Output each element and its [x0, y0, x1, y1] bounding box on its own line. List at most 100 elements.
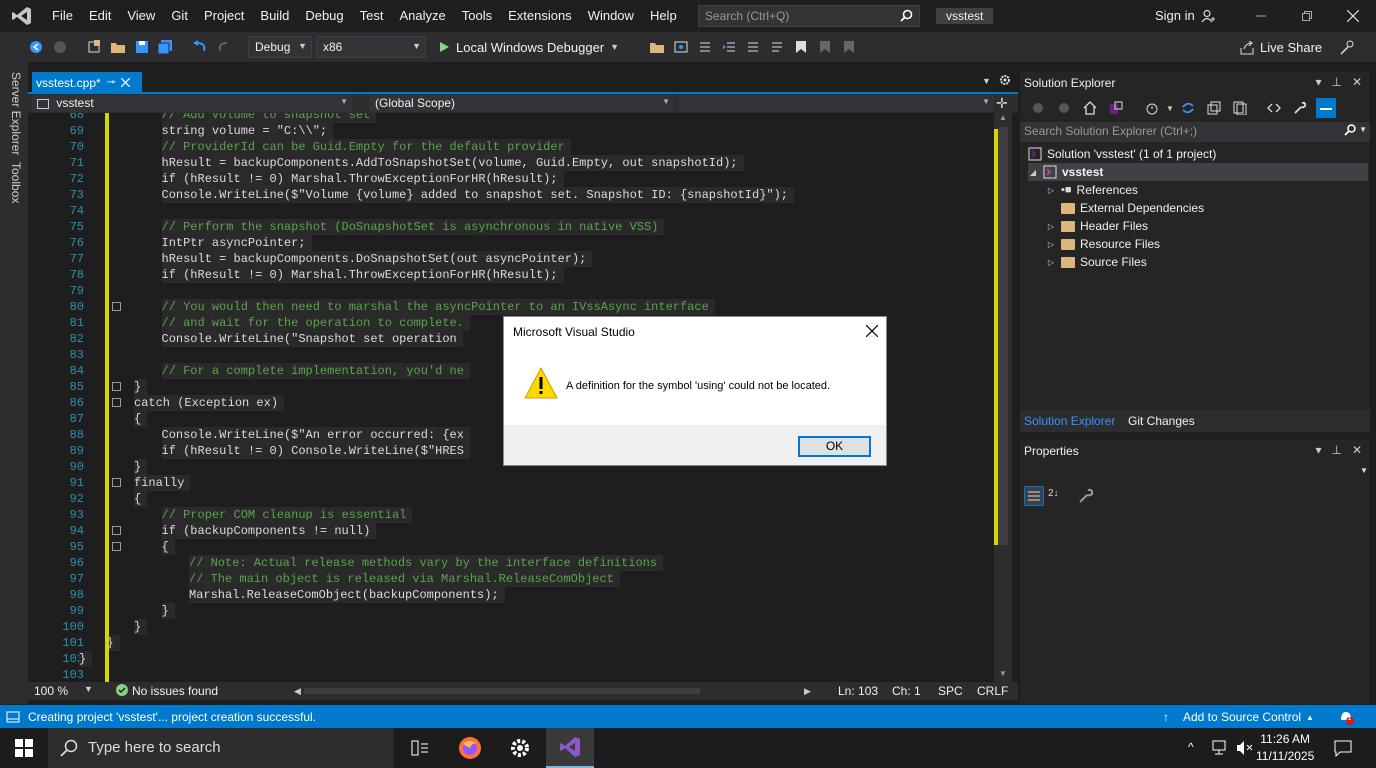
fold-toggle-icon[interactable] — [112, 398, 121, 407]
code-line[interactable]: 71 hResult = backupComponents.AddToSnapsh… — [28, 155, 994, 171]
close-panel-icon[interactable]: ✕ — [1352, 75, 1362, 89]
code-line[interactable]: 102} — [28, 651, 994, 667]
code-line[interactable]: 75 // Perform the snapshot (DoSnapshotSet… — [28, 219, 994, 235]
code-line[interactable]: 73 Console.WriteLine($"Volume {volume} ad… — [28, 187, 994, 203]
code-line[interactable]: 98 Marshal.ReleaseComObject(backupCompone… — [28, 587, 994, 603]
forward-icon[interactable] — [1054, 98, 1074, 118]
sync-icon[interactable] — [1178, 98, 1198, 118]
tab-list-dropdown-icon[interactable]: ▼ — [982, 76, 991, 86]
feedback-icon[interactable] — [1340, 39, 1356, 55]
solution-explorer-search-input[interactable]: Search Solution Explorer (Ctrl+;) ▼ — [1020, 122, 1370, 142]
code-line[interactable]: 92 { — [28, 491, 994, 507]
menu-test[interactable]: Test — [352, 0, 392, 32]
restore-button[interactable] — [1284, 0, 1330, 32]
add-to-source-control-button[interactable]: Add to Source Control — [1183, 710, 1301, 724]
forward-icon[interactable] — [50, 37, 70, 57]
task-view-icon[interactable] — [396, 728, 444, 768]
zoom-dropdown-icon[interactable]: ▼ — [84, 684, 93, 694]
horizontal-scrollbar-thumb[interactable] — [304, 688, 700, 694]
chevron-down-icon[interactable]: ▼ — [1166, 104, 1174, 113]
alphabetical-view-icon[interactable]: 2↓ — [1048, 488, 1059, 499]
project-nav-dropdown[interactable]: vsstest ▼ — [32, 95, 352, 112]
menu-edit[interactable]: Edit — [81, 0, 119, 32]
scroll-up-icon[interactable]: ▲ — [999, 113, 1007, 122]
menu-build[interactable]: Build — [252, 0, 297, 32]
code-line[interactable]: 69 string volume = "C:\\"; — [28, 123, 994, 139]
code-line[interactable]: 96 // Note: Actual release methods vary b… — [28, 555, 994, 571]
fold-toggle-icon[interactable] — [112, 478, 121, 487]
code-line[interactable]: 77 hResult = backupComponents.DoSnapshotS… — [28, 251, 994, 267]
code-line[interactable]: 97 // The main object is released via Mar… — [28, 571, 994, 587]
prev-bookmark-icon[interactable] — [815, 37, 835, 57]
menu-project[interactable]: Project — [196, 0, 252, 32]
expanded-triangle-icon[interactable]: ◢ — [1028, 168, 1038, 177]
tree-item-references[interactable]: ▷ ▪■ References — [1046, 181, 1138, 199]
code-line[interactable]: 103 — [28, 667, 994, 682]
open-folder-icon[interactable] — [108, 37, 128, 57]
pin-icon[interactable]: ⊥ — [1331, 443, 1341, 457]
configuration-dropdown[interactable]: Debug ▼ — [248, 36, 312, 58]
collapsed-triangle-icon[interactable]: ▷ — [1046, 186, 1056, 195]
ok-button[interactable]: OK — [798, 436, 871, 457]
tree-item-source-files[interactable]: ▷ Source Files — [1046, 253, 1147, 271]
code-line[interactable]: 78 if (hResult != 0) Marshal.ThrowExcepti… — [28, 267, 994, 283]
screenshot-icon[interactable] — [671, 37, 691, 57]
firefox-icon[interactable] — [446, 728, 494, 768]
code-line[interactable]: 94 if (backupComponents != null) — [28, 523, 994, 539]
editor-settings-gear-icon[interactable] — [999, 74, 1011, 86]
menu-view[interactable]: View — [119, 0, 163, 32]
fold-toggle-icon[interactable] — [112, 526, 121, 535]
action-center-icon[interactable] — [1334, 739, 1352, 757]
close-panel-icon[interactable]: ✕ — [1352, 443, 1362, 457]
visual-studio-taskbar-icon[interactable] — [546, 728, 594, 768]
menu-file[interactable]: File — [44, 0, 81, 32]
pending-changes-icon[interactable] — [1142, 98, 1162, 118]
collapsed-triangle-icon[interactable]: ▷ — [1046, 240, 1056, 249]
fold-toggle-icon[interactable] — [112, 382, 121, 391]
hscroll-right-icon[interactable]: ▶ — [804, 686, 811, 697]
tree-item-external-dependencies[interactable]: External Dependencies — [1046, 199, 1204, 217]
search-input[interactable]: Search (Ctrl+Q) — [698, 5, 920, 27]
save-all-icon[interactable] — [156, 37, 176, 57]
run-target-dropdown-icon[interactable]: ▼ — [610, 42, 619, 52]
live-share-button[interactable]: Live Share — [1240, 40, 1322, 55]
visual-studio-logo-icon[interactable] — [0, 0, 44, 32]
code-line[interactable]: 93 // Proper COM cleanup is essential — [28, 507, 994, 523]
menu-window[interactable]: Window — [580, 0, 642, 32]
taskbar-clock[interactable]: 11:26 AM 11/11/2025 — [1256, 731, 1314, 765]
fold-toggle-icon[interactable] — [112, 302, 121, 311]
code-line[interactable]: 80 // You would then need to marshal the … — [28, 299, 994, 315]
folder-browse-icon[interactable] — [647, 37, 667, 57]
scrollbar-thumb[interactable] — [998, 127, 1008, 545]
start-debugging-icon[interactable] — [434, 37, 454, 57]
scroll-down-icon[interactable]: ▼ — [999, 669, 1007, 678]
issues-status[interactable]: No issues found — [132, 684, 218, 698]
bookmark-icon[interactable] — [791, 37, 811, 57]
member-nav-dropdown[interactable]: ▼ — [678, 95, 994, 112]
windows-start-icon[interactable] — [0, 728, 48, 768]
tree-solution-node[interactable]: Solution 'vsstest' (1 of 1 project) — [1028, 145, 1368, 163]
close-window-button[interactable] — [1330, 0, 1376, 32]
step-icon[interactable] — [695, 37, 715, 57]
search-options-icon[interactable]: ▼ — [1359, 125, 1367, 134]
object-selector-dropdown-icon[interactable]: ▼ — [1360, 466, 1368, 475]
vertical-scrollbar[interactable]: ▲ ▼ — [994, 113, 1012, 682]
code-line[interactable]: 91 finally — [28, 475, 994, 491]
view-code-icon[interactable] — [1264, 98, 1284, 118]
code-line[interactable]: 99} — [28, 603, 994, 619]
redo-icon[interactable] — [214, 37, 234, 57]
code-line[interactable]: 74 — [28, 203, 994, 219]
sign-in-button[interactable]: Sign in — [1155, 8, 1215, 23]
panel-options-icon[interactable]: ▾ — [1315, 75, 1321, 89]
code-line[interactable]: 79 — [28, 283, 994, 299]
scope-nav-dropdown[interactable]: (Global Scope) ▼ — [370, 95, 674, 112]
whitespace-status[interactable]: SPC — [938, 684, 963, 698]
pin-tab-icon[interactable]: ⊸ — [107, 77, 115, 88]
tree-item-resource-files[interactable]: ▷ Resource Files — [1046, 235, 1160, 253]
hscroll-left-icon[interactable]: ◀ — [294, 686, 301, 697]
properties-wrench-icon[interactable] — [1290, 98, 1310, 118]
property-pages-wrench-icon[interactable] — [1078, 488, 1094, 504]
settings-gear-icon[interactable] — [496, 728, 544, 768]
tab-git-changes[interactable]: Git Changes — [1128, 414, 1195, 428]
close-tab-icon[interactable] — [121, 78, 131, 87]
